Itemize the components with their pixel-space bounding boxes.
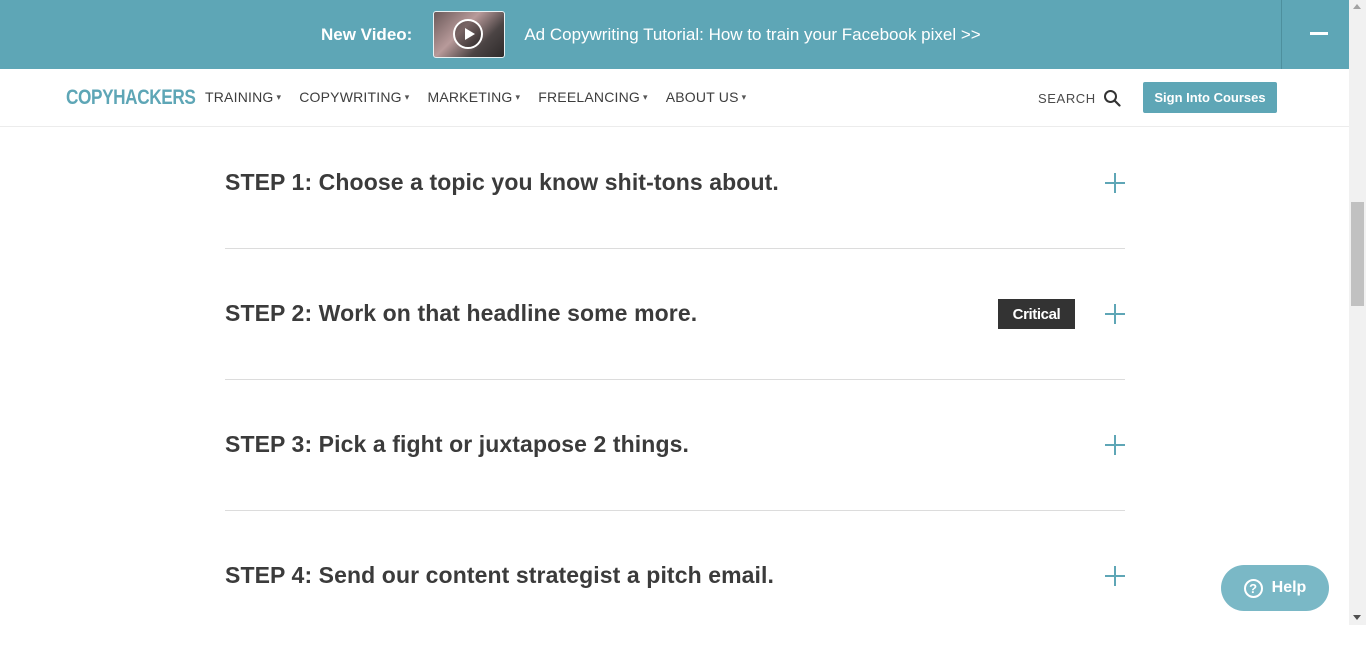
plus-icon[interactable] (1105, 173, 1125, 193)
plus-icon[interactable] (1105, 435, 1125, 455)
divider (225, 379, 1125, 380)
nav-item-label: TRAINING (205, 89, 274, 105)
promo-video-link[interactable]: Ad Copywriting Tutorial: How to train yo… (524, 25, 980, 45)
critical-badge: Critical (998, 299, 1075, 329)
main-nav: COPYHACKERS TRAINING ▾ COPYWRITING ▾ MARKE… (0, 69, 1349, 127)
search-icon[interactable] (1103, 89, 1121, 107)
nav-item-label: MARKETING (427, 89, 513, 105)
chevron-down-icon: ▾ (741, 91, 747, 102)
nav-item-freelancing[interactable]: FREELANCING ▾ (538, 89, 648, 105)
help-label: Help (1271, 579, 1307, 596)
plus-icon[interactable] (1105, 304, 1125, 324)
scrollbar-thumb[interactable] (1351, 202, 1364, 306)
divider (225, 248, 1125, 249)
page-scrollbar[interactable] (1349, 0, 1366, 625)
nav-item-marketing[interactable]: MARKETING ▾ (427, 89, 520, 105)
step-accordion-item[interactable]: STEP 3: Pick a fight or juxtapose 2 thin… (225, 389, 1125, 520)
plus-icon[interactable] (1105, 566, 1125, 586)
divider (225, 510, 1125, 511)
help-button[interactable]: ? Help (1221, 565, 1329, 611)
video-thumbnail[interactable] (433, 11, 506, 58)
play-icon[interactable] (453, 19, 484, 49)
step-accordion-item[interactable]: STEP 1: Choose a topic you know shit-ton… (225, 127, 1125, 258)
question-icon: ? (1243, 578, 1263, 598)
nav-item-copywriting[interactable]: COPYWRITING ▾ (299, 89, 409, 105)
sign-into-courses-button[interactable]: Sign Into Courses (1143, 82, 1277, 113)
step-title[interactable]: STEP 3: Pick a fight or juxtapose 2 thin… (225, 431, 689, 458)
promo-divider (1281, 0, 1282, 69)
scroll-up-arrow-icon[interactable] (1353, 4, 1361, 9)
chevron-down-icon: ▾ (515, 91, 521, 102)
minus-icon[interactable] (1310, 32, 1328, 35)
chevron-down-icon: ▾ (643, 91, 648, 102)
promo-content: New Video: Ad Copywriting Tutorial: How … (321, 0, 981, 69)
nav-item-label: ABOUT US (665, 89, 739, 105)
step-accordion-item[interactable]: STEP 4: Send our content strategist a pi… (225, 520, 1125, 651)
nav-item-label: FREELANCING (538, 89, 640, 105)
nav-item-about-us[interactable]: ABOUT US ▾ (666, 89, 747, 105)
step-title[interactable]: STEP 4: Send our content strategist a pi… (225, 562, 774, 589)
nav-item-training[interactable]: TRAINING ▾ (205, 89, 281, 105)
promo-banner: New Video: Ad Copywriting Tutorial: How … (0, 0, 1349, 69)
chevron-down-icon: ▾ (276, 91, 282, 102)
scroll-down-arrow-icon[interactable] (1353, 615, 1361, 620)
site-logo[interactable]: COPYHACKERS (66, 86, 196, 110)
step-title[interactable]: STEP 2: Work on that headline some more. (225, 300, 697, 327)
search-label[interactable]: SEARCH (1038, 91, 1096, 106)
nav-item-label: COPYWRITING (299, 89, 402, 105)
chevron-down-icon: ▾ (404, 91, 410, 102)
nav-menu: TRAINING ▾ COPYWRITING ▾ MARKETING ▾ FREELA… (205, 89, 764, 105)
step-accordion-item[interactable]: STEP 2: Work on that headline some more.… (225, 258, 1125, 389)
step-title[interactable]: STEP 1: Choose a topic you know shit-ton… (225, 169, 779, 196)
promo-new-label: New Video: (321, 24, 413, 44)
